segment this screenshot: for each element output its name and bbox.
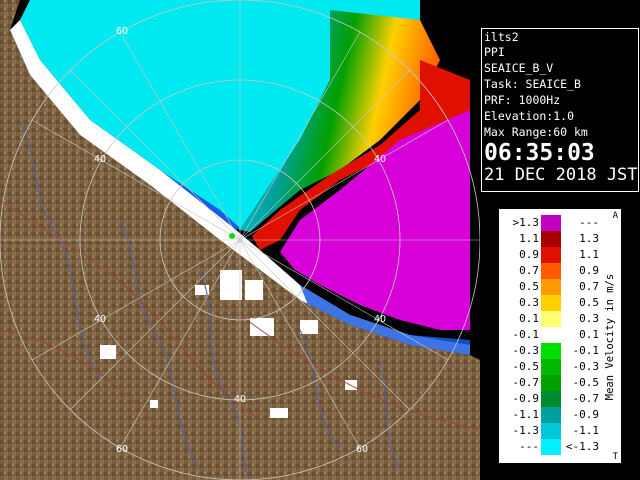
legend-swatch [541, 247, 561, 263]
legend-low-label: --- [519, 440, 539, 453]
legend-low-label: 0.5 [519, 280, 539, 293]
legend-swatch [541, 423, 561, 439]
product-type: PPI [484, 45, 505, 59]
legend-corner-bottom: T [612, 452, 618, 462]
prf-value: PRF: 1000Hz [484, 93, 561, 107]
legend-high-label: -0.9 [572, 408, 600, 421]
scan-date: 21 DEC 2018 JST [484, 165, 638, 185]
legend-low-label: -0.9 [512, 392, 540, 405]
info-panel: ilts2 PPI SEAICE_B_V Task: SEAICE_B PRF:… [481, 28, 639, 192]
legend-high-label: 0.9 [579, 264, 599, 277]
legend-low-label: -0.5 [512, 360, 540, 373]
radar-site-marker [229, 233, 235, 239]
range-label-40-s: 40 [234, 394, 246, 405]
legend-swatch [541, 439, 561, 455]
legend-low-label: -1.3 [512, 424, 540, 437]
variable-name: SEAICE_B_V [484, 61, 554, 75]
legend-high-label: <-1.3 [565, 440, 599, 453]
legend-high-label: 1.1 [579, 248, 599, 261]
range-label-40-ne: 40 [374, 154, 386, 165]
legend-low-label: 0.9 [519, 248, 539, 261]
legend-high-label: -1.1 [572, 424, 600, 437]
legend-high-label: -0.5 [572, 376, 600, 389]
legend-low-label: 1.1 [519, 232, 539, 245]
legend-swatch [541, 295, 561, 311]
task-name: Task: SEAICE_B [484, 77, 581, 91]
legend-low-label: -0.3 [512, 344, 540, 357]
legend-high-label: 0.7 [579, 280, 599, 293]
range-label-60-se: 60 [356, 444, 368, 455]
azimuth-spokes [0, 0, 480, 480]
legend-high-label: --- [579, 216, 599, 229]
legend-swatch [541, 231, 561, 247]
max-range-value: Max Range:60 km [484, 125, 588, 139]
legend-swatch [541, 343, 561, 359]
legend-low-label: 0.7 [519, 264, 539, 277]
station-name: ilts2 [484, 30, 519, 44]
range-label-60-sw: 60 [116, 444, 128, 455]
legend-high-label: 0.5 [579, 296, 599, 309]
range-label-40-sw: 40 [94, 314, 106, 325]
legend-low-label: 0.1 [519, 312, 539, 325]
legend-swatch [541, 359, 561, 375]
legend-high-label: 0.1 [579, 328, 599, 341]
legend-high-label: -0.1 [572, 344, 600, 357]
legend-swatch [541, 407, 561, 423]
scan-time: 06:35:03 [484, 140, 595, 166]
legend-low-label: -0.1 [512, 328, 540, 341]
legend-swatch [541, 263, 561, 279]
range-label-60-nw: 60 [116, 26, 128, 37]
legend-swatch [541, 279, 561, 295]
legend-high-label: 0.3 [579, 312, 599, 325]
legend-corner-top: A [612, 211, 618, 221]
velocity-legend: >1.3 --- 1.1 1.3 0.9 1.1 0.7 0.9 0.5 0.7 0.3 0.5 0.1… [498, 208, 622, 464]
legend-swatch [541, 375, 561, 391]
legend-swatch [541, 391, 561, 407]
legend-low-label: -0.7 [512, 376, 540, 389]
radar-ppi-display: 60 40 40 40 40 40 60 60 [0, 0, 480, 480]
legend-high-label: -0.7 [572, 392, 600, 405]
legend-high-label: 1.3 [579, 232, 599, 245]
legend-swatch [541, 215, 561, 231]
elevation-value: Elevation:1.0 [484, 109, 575, 123]
legend-high-label: -0.3 [572, 360, 600, 373]
range-label-40-w: 40 [94, 154, 106, 165]
legend-low-label: >1.3 [512, 216, 540, 229]
legend-swatch [541, 311, 561, 327]
legend-low-label: 0.3 [519, 296, 539, 309]
range-label-40-se: 40 [374, 314, 386, 325]
legend-low-label: -1.1 [512, 408, 540, 421]
legend-swatch [541, 327, 561, 343]
legend-title: Mean Velocity in m/s [604, 273, 616, 401]
